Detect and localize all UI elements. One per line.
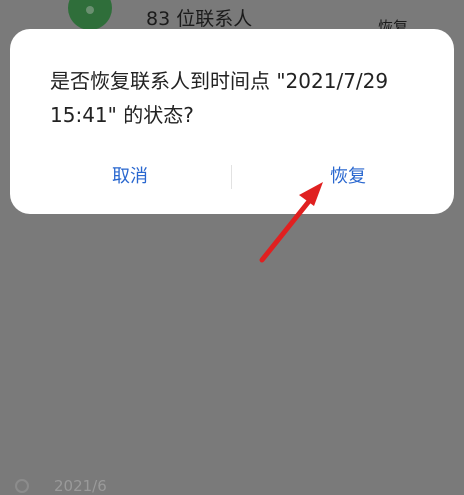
background-date-row: 2021/6 [0,236,464,495]
button-divider [231,165,232,189]
cancel-button[interactable]: 取消 [50,159,210,195]
clock-icon [15,479,29,493]
background-date-label: 2021/6 [54,477,107,495]
dialog-message: 是否恢复联系人到时间点 "2021/7/29 15:41" 的状态? [50,69,389,127]
restore-confirm-dialog: 是否恢复联系人到时间点 "2021/7/29 15:41" 的状态? 取消 恢复 [10,29,454,214]
contact-count-title: 83 位联系人 [146,8,253,30]
contact-avatar-icon [68,0,112,30]
avatar-glyph [86,6,94,14]
restore-button[interactable]: 恢复 [268,159,428,195]
